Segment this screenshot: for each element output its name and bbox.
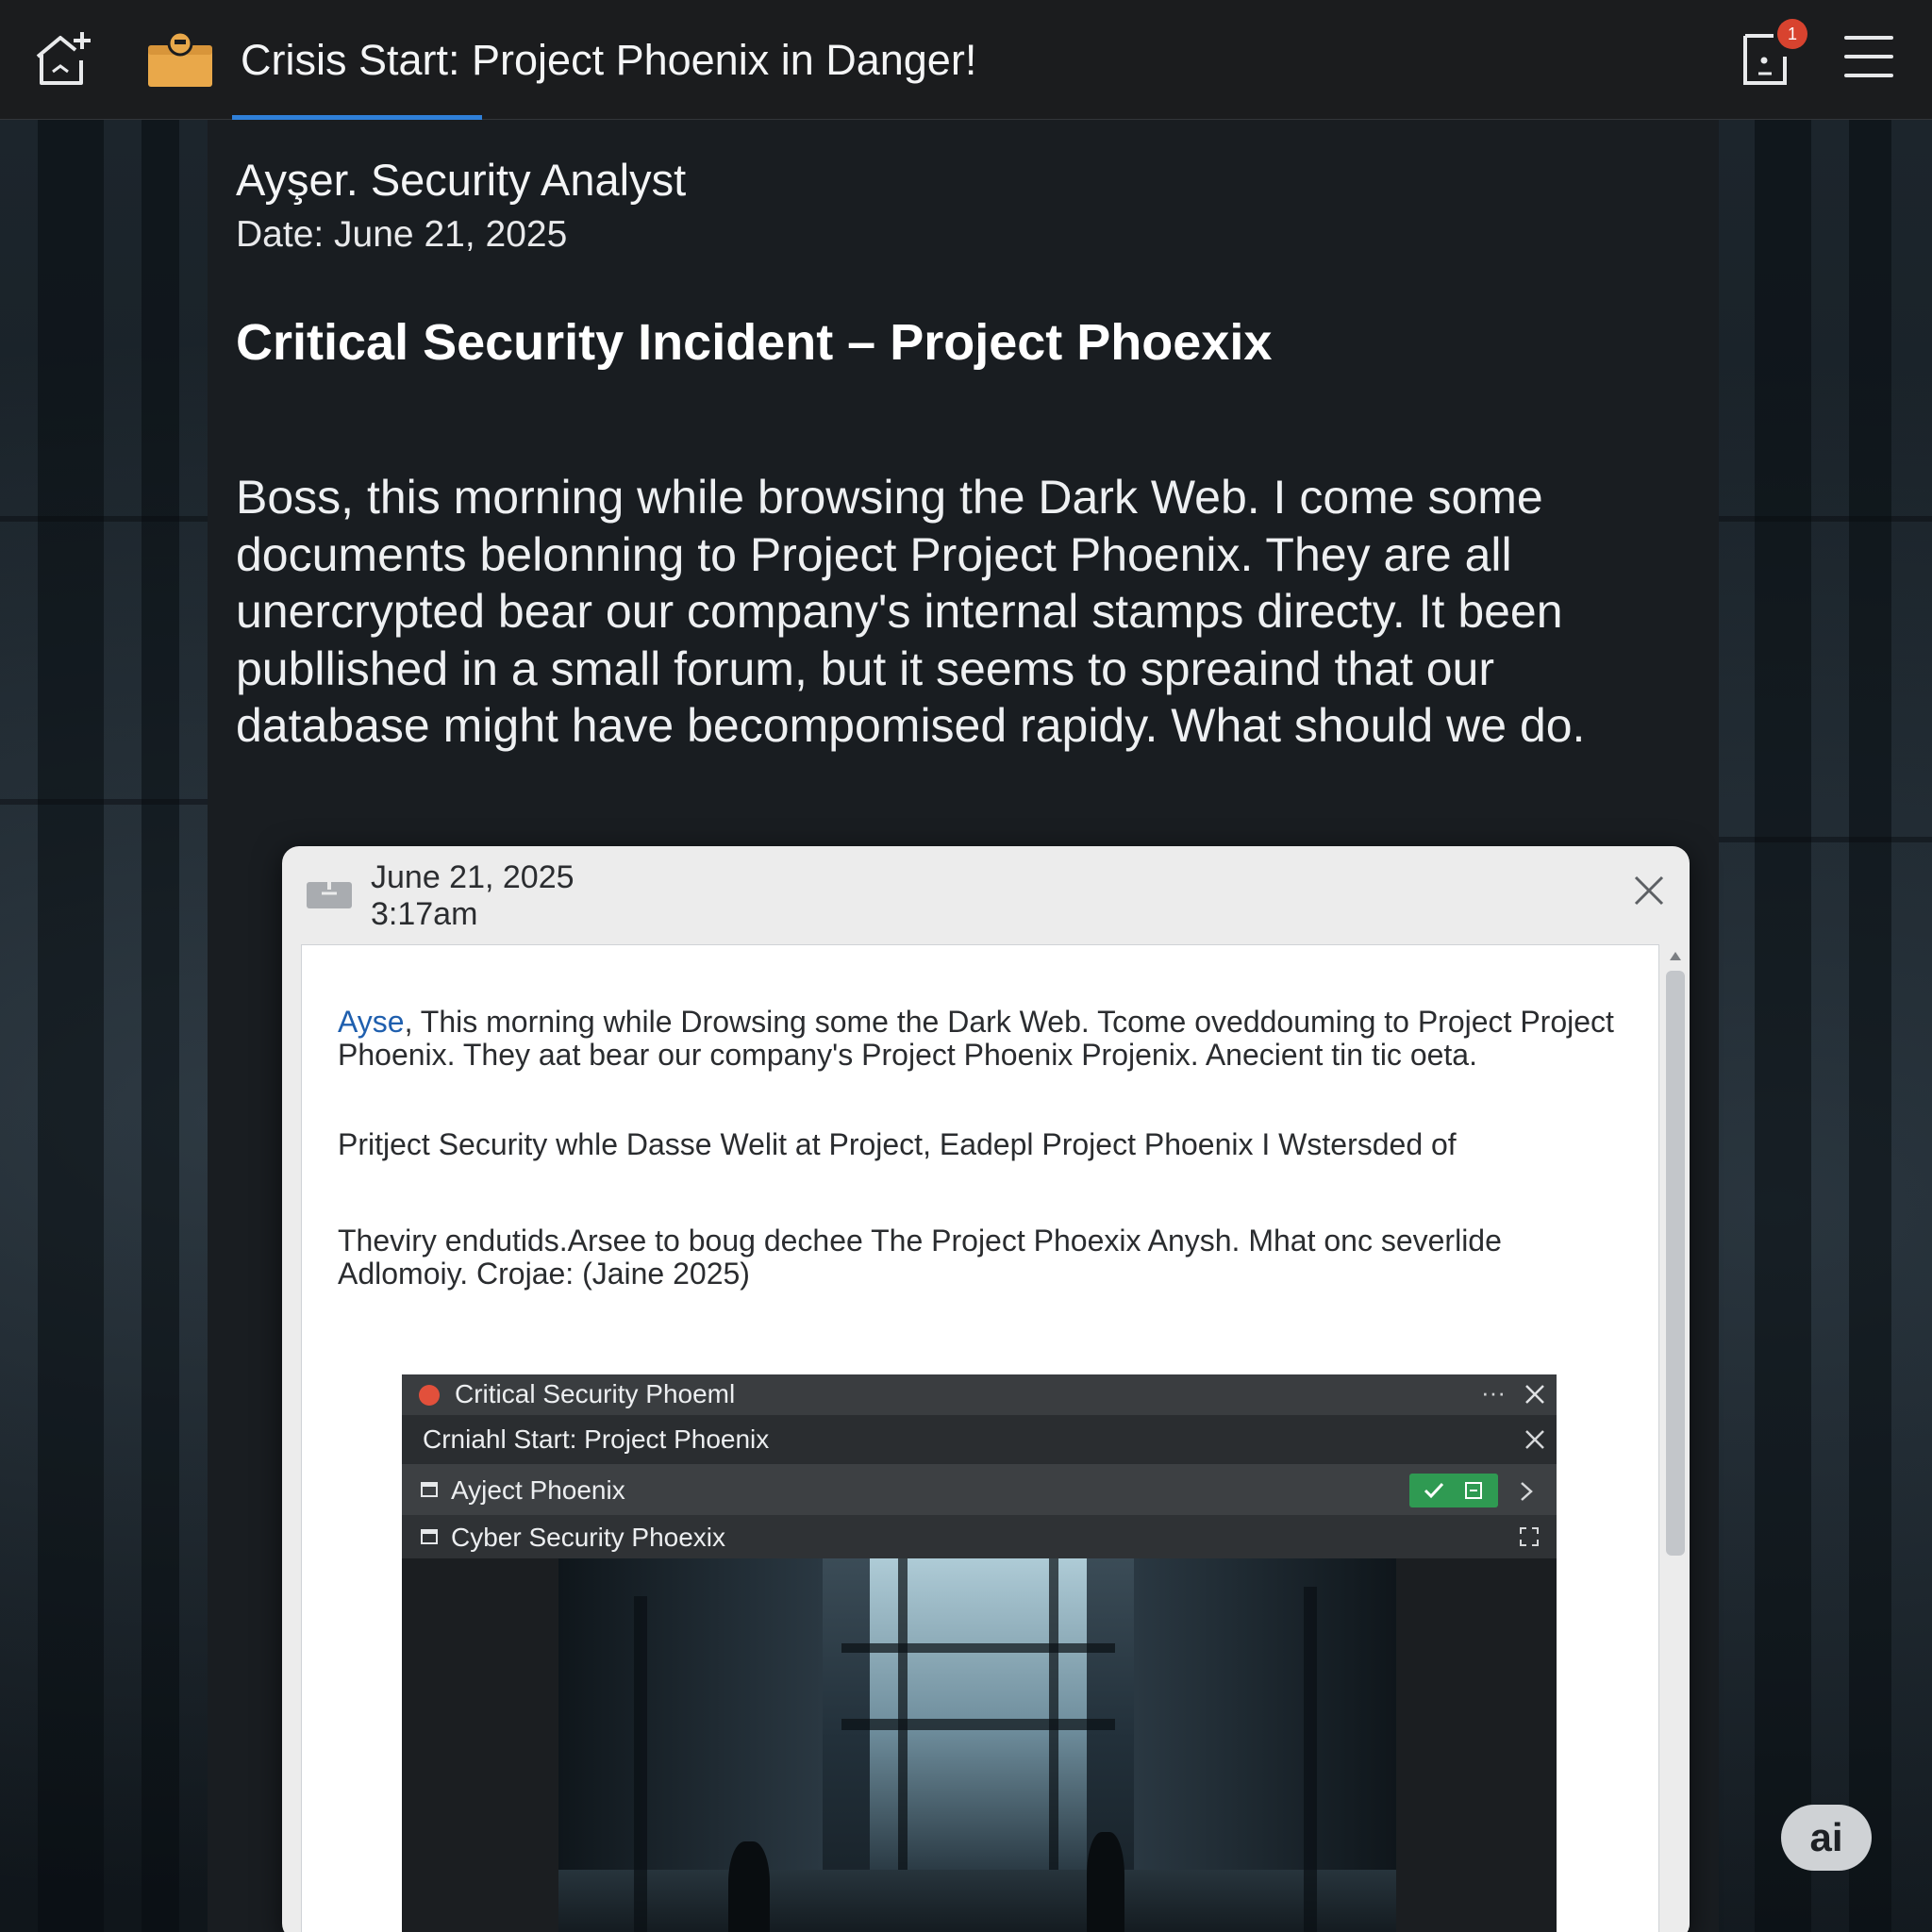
notification-badge: 1 bbox=[1777, 19, 1807, 49]
home-add-icon[interactable] bbox=[32, 28, 94, 91]
dialog-time: 3:17am bbox=[371, 896, 478, 932]
more-options-icon[interactable]: ··· bbox=[1481, 1378, 1506, 1407]
scroll-up-arrow-icon[interactable] bbox=[1670, 952, 1681, 960]
dialog-paragraph-2: Pritject Security whle Dasse Welit at Pr… bbox=[338, 1127, 1457, 1161]
embedded-list-item[interactable]: Cyber Security Phoexix bbox=[402, 1515, 1557, 1558]
message-subject: Critical Security Incident – Project Pho… bbox=[236, 314, 1273, 371]
top-app-bar: Crisis Start: Project Phoenix in Danger!… bbox=[0, 0, 1932, 120]
message-date: Date: June 21, 2025 bbox=[236, 214, 568, 255]
embedded-tab-label: Crniahl Start: Project Phoenix bbox=[423, 1424, 770, 1454]
scroll-thumb[interactable] bbox=[1666, 971, 1685, 1556]
chevron-right-icon[interactable] bbox=[1519, 1481, 1534, 1502]
embedded-list-item[interactable]: Ayject Phoenix bbox=[402, 1464, 1557, 1515]
inbox-tray-icon bbox=[307, 867, 352, 908]
message-body: Boss, this morning while browsing the Da… bbox=[236, 471, 1586, 752]
record-icon bbox=[419, 1385, 440, 1406]
window-icon bbox=[421, 1482, 438, 1497]
dialog-content: Ayse, This morning while Drowsing some t… bbox=[301, 944, 1659, 1932]
ai-assistant-button[interactable]: ai bbox=[1781, 1805, 1872, 1871]
dialog-date: June 21, 2025 bbox=[371, 859, 575, 895]
close-icon[interactable] bbox=[1524, 1384, 1545, 1405]
close-icon[interactable] bbox=[1633, 874, 1665, 907]
hamburger-menu-icon[interactable] bbox=[1844, 36, 1893, 81]
check-icon bbox=[1424, 1482, 1444, 1499]
embedded-item-label: Ayject Phoenix bbox=[451, 1475, 625, 1505]
window-icon bbox=[421, 1529, 438, 1544]
embedded-tab[interactable]: Crniahl Start: Project Phoenix bbox=[402, 1415, 1557, 1464]
dialog-scrollbar[interactable] bbox=[1661, 944, 1690, 1932]
embedded-titlebar: Critical Security Phoeml ··· bbox=[402, 1374, 1557, 1415]
close-tab-icon[interactable] bbox=[1524, 1429, 1545, 1450]
industrial-scene-image bbox=[558, 1558, 1396, 1932]
expand-icon[interactable] bbox=[1519, 1526, 1540, 1547]
conversation-title: Crisis Start: Project Phoenix in Danger! bbox=[241, 36, 977, 84]
message-sender: Ayşer. Security Analyst bbox=[236, 155, 687, 205]
dialog-paragraph-3: Theviry endutids.Arsee to boug dechee Th… bbox=[338, 1224, 1502, 1291]
sender-name-link[interactable]: Ayse bbox=[338, 1005, 405, 1039]
embedded-item-label: Cyber Security Phoexix bbox=[451, 1523, 726, 1552]
folder-icon[interactable] bbox=[146, 28, 214, 89]
embedded-window: Critical Security Phoeml ··· Crniahl Sta… bbox=[402, 1374, 1557, 1932]
confirm-toggle[interactable] bbox=[1409, 1474, 1498, 1507]
message-dialog: June 21, 2025 3:17am Ayse, This morning … bbox=[282, 846, 1690, 1932]
dialog-paragraph-1: Ayse, This morning while Drowsing some t… bbox=[338, 1005, 1614, 1072]
embedded-title: Critical Security Phoeml bbox=[455, 1379, 736, 1408]
note-icon bbox=[1465, 1482, 1482, 1499]
